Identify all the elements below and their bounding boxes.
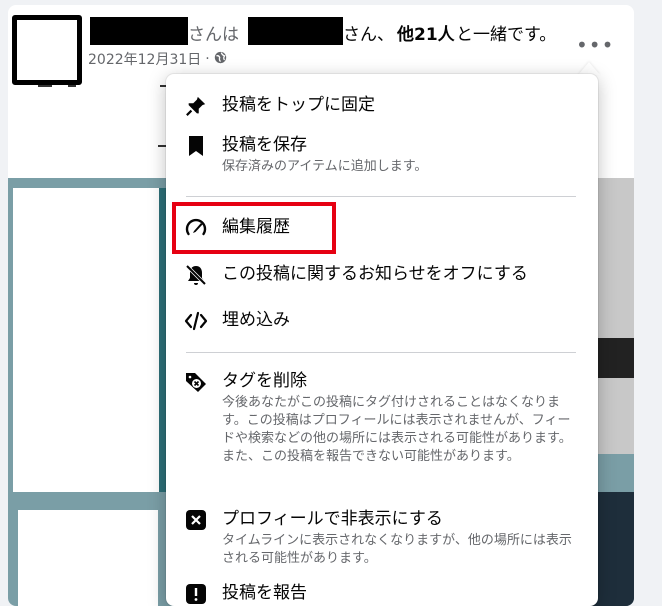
text-fragment: [38, 85, 52, 87]
menu-item-label: 埋め込み: [222, 310, 290, 330]
menu-item-description: 保存済みのアイテムに追加します。: [222, 159, 428, 174]
menu-item-embed[interactable]: 埋め込み: [174, 309, 590, 333]
menu-item-description: 今後あなたがこの投稿にタグ付けされることはなくなります。この投稿はプロフィールに…: [222, 395, 572, 464]
embed-code-icon: [184, 309, 208, 333]
bell-off-icon: [184, 263, 208, 287]
menu-item-remove-tag[interactable]: タグを削除 今後あなたがこの投稿にタグ付けされることはなくなります。この投稿はプ…: [174, 370, 590, 466]
menu-item-label: 投稿をトップに固定: [222, 95, 375, 115]
menu-item-label: タグを削除: [222, 371, 307, 391]
photo-tile[interactable]: [598, 338, 634, 378]
post-date[interactable]: 2022年12月31日: [88, 49, 201, 69]
avatar[interactable]: [12, 15, 82, 85]
menu-item-save-post[interactable]: 投稿を保存 保存済みのアイテムに追加します。: [174, 134, 590, 176]
menu-item-label: この投稿に関するお知らせをオフにする: [222, 264, 528, 284]
menu-item-turn-off-notifications[interactable]: この投稿に関するお知らせをオフにする: [174, 263, 590, 287]
globe-icon: [214, 51, 227, 68]
redacted-name-2: [248, 17, 343, 45]
menu-item-label: 投稿を報告: [222, 583, 307, 603]
header-others-link[interactable]: 他21人: [397, 20, 455, 45]
tag-remove-icon: [184, 370, 208, 394]
pin-icon: [184, 94, 208, 118]
header-tail: と一緒です。: [456, 25, 557, 45]
menu-divider: [186, 352, 576, 353]
hide-from-profile-icon: [184, 508, 208, 532]
photo-tile[interactable]: [18, 510, 158, 606]
report-icon: [184, 582, 208, 606]
photo-tile[interactable]: [598, 178, 634, 454]
text-fragment: [68, 85, 76, 87]
bookmark-icon: [184, 134, 208, 158]
header-suffix-1: さんは: [188, 25, 239, 45]
more-options-icon[interactable]: •••: [576, 33, 614, 57]
menu-item-report-post[interactable]: 投稿を報告: [174, 582, 590, 606]
highlight-box: [172, 202, 336, 254]
redacted-name: [90, 17, 188, 45]
menu-divider: [186, 196, 576, 197]
header-suffix-2: さん、: [343, 25, 394, 45]
menu-item-description: タイムラインに表示されなくなりますが、他の場所には表示される可能性があります。: [222, 533, 572, 566]
menu-item-hide-from-profile[interactable]: プロフィールで非表示にする タイムラインに表示されなくなりますが、他の場所には表…: [174, 508, 590, 568]
post-options-menu: 投稿をトップに固定 投稿を保存 保存済みのアイテムに追加します。 編集履歴 この…: [166, 74, 598, 606]
photo-tile[interactable]: [13, 188, 159, 492]
post-meta: 2022年12月31日 ·: [88, 49, 227, 69]
menu-item-label: プロフィールで非表示にする: [222, 509, 443, 529]
menu-item-pin-post[interactable]: 投稿をトップに固定: [174, 94, 590, 118]
meta-separator: ·: [205, 51, 210, 67]
menu-item-label: 投稿を保存: [222, 135, 307, 155]
